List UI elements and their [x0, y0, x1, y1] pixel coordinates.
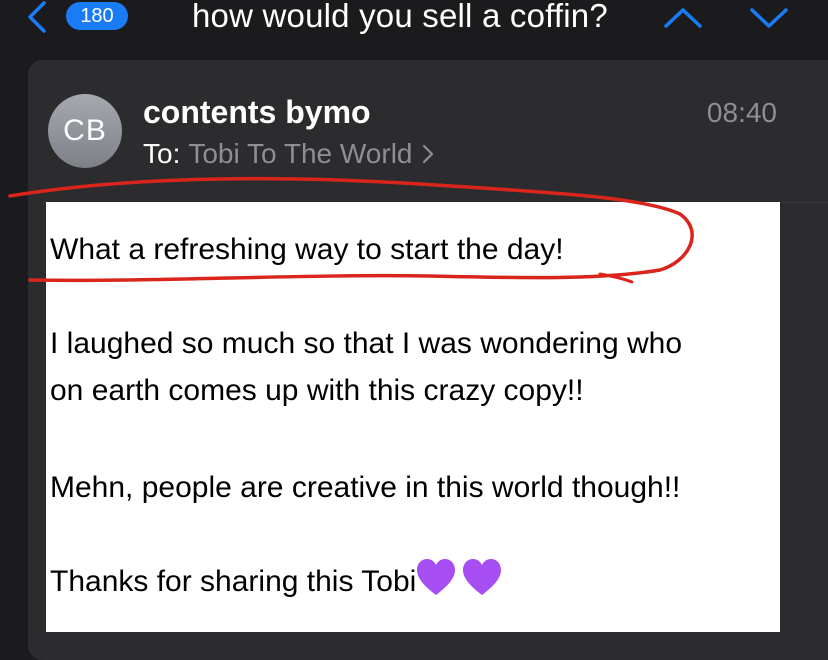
to-label: To: — [143, 138, 181, 169]
body-line-5: Thanks for sharing this Tobi — [50, 559, 502, 604]
body-line-3: on earth comes up with this crazy copy!! — [50, 374, 584, 407]
chevron-up-icon[interactable] — [662, 2, 704, 32]
navigation-bar: 180 how would you sell a coffin? — [0, 0, 828, 42]
recipient-name[interactable]: Tobi To The World — [188, 138, 412, 169]
recipient-row: To: Tobi To The World — [143, 136, 434, 172]
sender-avatar[interactable]: CB — [48, 94, 122, 168]
body-line-5-text: Thanks for sharing this Tobi — [50, 565, 417, 598]
chevron-right-icon[interactable] — [422, 144, 434, 164]
chevron-left-icon[interactable] — [22, 0, 52, 36]
header-divider — [782, 202, 828, 203]
body-line-1: What a refreshing way to start the day! — [50, 233, 564, 266]
message-body: What a refreshing way to start the day! … — [46, 202, 780, 632]
chevron-down-icon[interactable] — [748, 2, 790, 32]
sender-name[interactable]: contents bymo — [143, 92, 371, 132]
email-subject-title: how would you sell a coffin? — [192, 0, 608, 34]
unread-count-badge[interactable]: 180 — [66, 2, 128, 30]
purple-heart-icon — [417, 559, 502, 596]
message-time: 08:40 — [706, 97, 777, 128]
body-line-4: Mehn, people are creative in this world … — [50, 471, 681, 504]
body-line-2: I laughed so much so that I was wonderin… — [50, 327, 683, 360]
